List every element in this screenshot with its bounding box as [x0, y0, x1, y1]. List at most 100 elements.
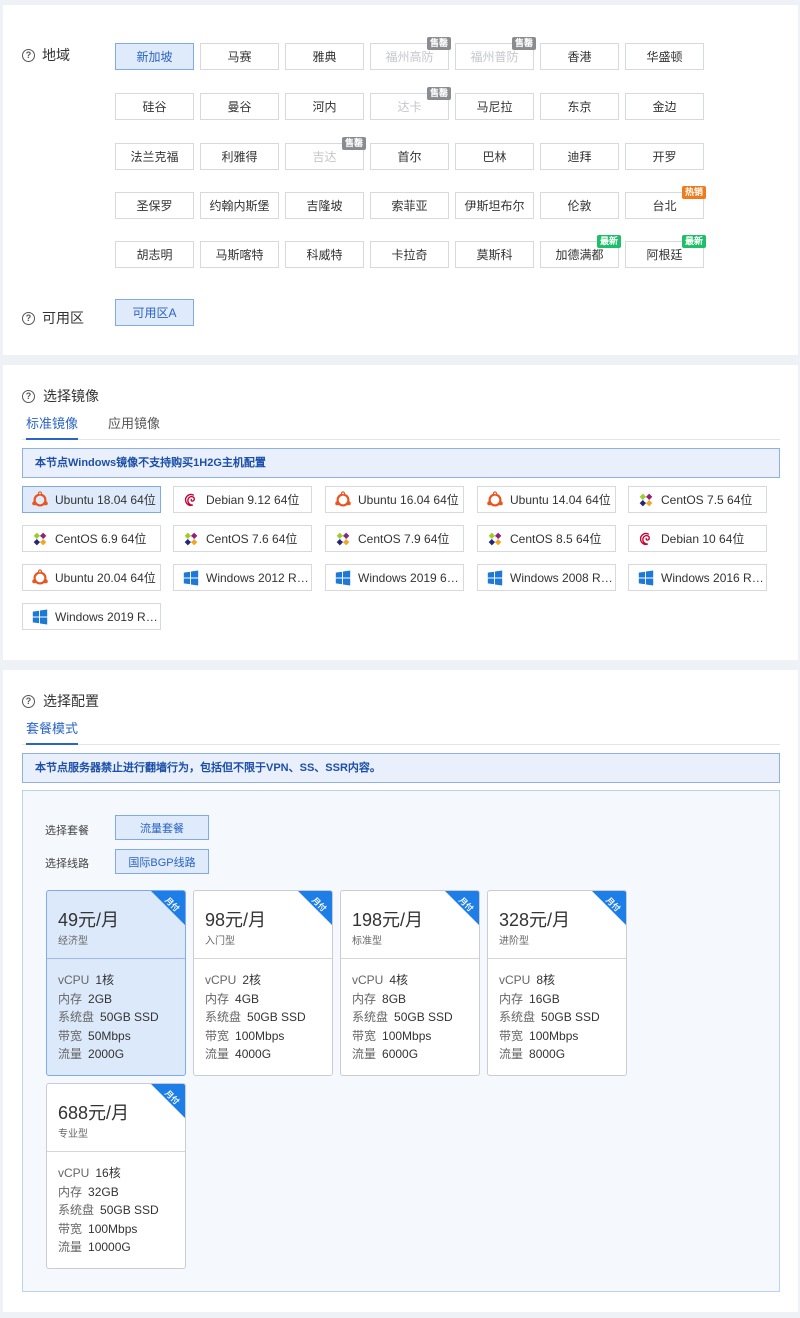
image-option[interactable]: Windows 2019 64位: [325, 564, 464, 591]
plan-card[interactable]: 月付 98元/月 入门型 vCPU 2核 内存 4GB 系统盘 50GB SSD 带宽 100Mbp…: [193, 890, 333, 1076]
line-bgp-button[interactable]: 国际BGP线路: [115, 849, 209, 874]
windows-icon: [637, 569, 655, 587]
centos-icon: [182, 530, 200, 548]
region-option[interactable]: 马赛: [200, 43, 279, 70]
plan-card[interactable]: 月付 198元/月 标准型 vCPU 4核 内存 8GB 系统盘 50GB SSD 带宽 100Mb…: [340, 890, 480, 1076]
region-option[interactable]: 香港: [540, 43, 619, 70]
spec-row-vcpu: vCPU 8核: [499, 971, 600, 990]
spec-row-traffic: 流量 4000G: [205, 1045, 306, 1064]
region-option[interactable]: 雅典: [285, 43, 364, 70]
region-option[interactable]: 圣保罗: [115, 192, 194, 219]
region-option[interactable]: 福州普防 售罄: [455, 37, 536, 70]
help-icon[interactable]: ?: [22, 694, 35, 708]
region-option[interactable]: 东京: [540, 93, 619, 120]
region-option[interactable]: 河内: [285, 93, 364, 120]
config-box: 选择套餐 流量套餐 选择线路 国际BGP线路 月付 49元/月 经济型 vCPU 1核内…: [22, 790, 780, 1292]
region-option[interactable]: 约翰内斯堡: [200, 192, 279, 219]
region-tag-badge: 售罄: [426, 87, 451, 100]
region-option[interactable]: 胡志明: [115, 241, 194, 268]
spec-value: 4核: [389, 973, 409, 987]
region-option[interactable]: 新加坡: [115, 43, 194, 70]
region-option[interactable]: 加德满都 最新: [540, 235, 621, 268]
config-panel: ? 选择配置 套餐模式 本节点服务器禁止进行翻墙行为，包括但不限于VPN、SS、…: [3, 670, 798, 1312]
plan-price: 198元/月: [352, 910, 424, 930]
spec-row-bw: 带宽 100Mbps: [499, 1027, 600, 1046]
region-tag-badge: 最新: [596, 235, 621, 248]
image-option[interactable]: CentOS 8.5 64位: [477, 525, 616, 552]
region-option[interactable]: 伦敦: [540, 192, 619, 219]
image-option[interactable]: CentOS 6.9 64位: [22, 525, 161, 552]
help-icon[interactable]: ?: [22, 311, 35, 325]
region-option[interactable]: 科威特: [285, 241, 364, 268]
region-option[interactable]: 迪拜: [540, 143, 619, 170]
image-option[interactable]: Ubuntu 16.04 64位: [325, 486, 464, 513]
region-option[interactable]: 马尼拉: [455, 93, 534, 120]
plan-card[interactable]: 月付 49元/月 经济型 vCPU 1核 内存 2GB 系统盘 50GB SSD 带宽 50Mbps…: [46, 890, 186, 1076]
region-option[interactable]: 莫斯科: [455, 241, 534, 268]
spec-value: 32GB: [88, 1184, 119, 1199]
region-option[interactable]: 索菲亚: [370, 192, 449, 219]
debian-icon: [637, 530, 655, 548]
tab-standard-image[interactable]: 标准镜像: [26, 414, 79, 440]
spec-row-traffic: 流量 2000G: [58, 1045, 159, 1064]
region-option[interactable]: 硅谷: [115, 93, 194, 120]
region-option[interactable]: 马斯喀特: [200, 241, 279, 268]
image-option[interactable]: Debian 9.12 64位: [173, 486, 312, 513]
image-option[interactable]: CentOS 7.5 64位: [628, 486, 767, 513]
help-icon[interactable]: ?: [22, 389, 35, 403]
plan-card[interactable]: 月付 328元/月 进阶型 vCPU 8核 内存 16GB 系统盘 50GB SSD 带宽 100M…: [487, 890, 627, 1076]
spec-row-traffic: 流量 10000G: [58, 1238, 159, 1257]
spec-row-mem: 内存 4GB: [205, 990, 306, 1009]
image-option[interactable]: Windows 2012 R2 64位: [173, 564, 312, 591]
region-option[interactable]: 开罗: [625, 143, 704, 170]
image-option-label: CentOS 7.9 64位: [358, 532, 450, 546]
spec-key: 带宽: [58, 1028, 83, 1043]
region-option-label: 马尼拉: [476, 100, 513, 114]
region-option-label: 伦敦: [567, 199, 592, 213]
zone-option-a[interactable]: 可用区A: [115, 299, 194, 326]
region-option[interactable]: 达卡 售罄: [370, 87, 451, 120]
region-option[interactable]: 巴林: [455, 143, 534, 170]
region-option[interactable]: 伊斯坦布尔: [455, 192, 534, 219]
image-option[interactable]: Windows 2008 R2 64位: [477, 564, 616, 591]
region-option[interactable]: 吉隆坡: [285, 192, 364, 219]
region-option[interactable]: 利雅得: [200, 143, 279, 170]
region-option-label: 曼谷: [227, 100, 252, 114]
plan-card[interactable]: 月付 688元/月 专业型 vCPU 16核 内存 32GB 系统盘 50GB SSD 带宽 100…: [46, 1083, 186, 1269]
region-option[interactable]: 华盛顿: [625, 43, 704, 70]
image-option-label: CentOS 8.5 64位: [510, 532, 602, 546]
spec-row-bw: 带宽 50Mbps: [58, 1027, 159, 1046]
tab-package-mode[interactable]: 套餐模式: [26, 719, 79, 745]
image-option[interactable]: Ubuntu 14.04 64位: [477, 486, 616, 513]
region-panel: ? 地域 新加坡 马赛 雅典 福州高防 售罄 福州普防 售罄 香港 华盛顿 硅谷 曼谷 河内 达卡 售罄马…: [3, 5, 798, 355]
region-option[interactable]: 首尔: [370, 143, 449, 170]
image-option[interactable]: Windows 2019 R2 64位: [22, 603, 161, 630]
help-icon[interactable]: ?: [22, 48, 35, 62]
image-option[interactable]: Debian 10 64位: [628, 525, 767, 552]
region-option-label: 马赛: [227, 50, 252, 64]
image-option-label: Debian 9.12 64位: [206, 493, 300, 507]
region-option[interactable]: 金边: [625, 93, 704, 120]
region-option[interactable]: 阿根廷 最新: [625, 235, 706, 268]
region-option[interactable]: 曼谷: [200, 93, 279, 120]
plan-price: 49元/月: [58, 910, 120, 930]
spec-value: 50GB SSD: [100, 1010, 159, 1025]
image-option[interactable]: Ubuntu 20.04 64位: [22, 564, 161, 591]
image-option-label: CentOS 7.6 64位: [206, 532, 298, 546]
region-option-label: 开罗: [652, 150, 677, 164]
region-option[interactable]: 福州高防 售罄: [370, 37, 451, 70]
region-option-label: 阿根廷: [646, 248, 683, 262]
tab-app-image[interactable]: 应用镜像: [108, 414, 160, 440]
image-option-label: Windows 2019 R2 64位: [55, 610, 160, 624]
image-option[interactable]: Windows 2016 R2 64位: [628, 564, 767, 591]
package-traffic-button[interactable]: 流量套餐: [115, 815, 209, 840]
region-option[interactable]: 台北 热销: [625, 186, 706, 219]
image-option[interactable]: CentOS 7.6 64位: [173, 525, 312, 552]
region-option[interactable]: 卡拉奇: [370, 241, 449, 268]
spec-key: vCPU: [352, 973, 384, 987]
region-option[interactable]: 吉达 售罄: [285, 137, 366, 170]
image-option[interactable]: Ubuntu 18.04 64位: [22, 486, 161, 513]
region-option[interactable]: 法兰克福: [115, 143, 194, 170]
region-option-label: 雅典: [312, 50, 337, 64]
image-option[interactable]: CentOS 7.9 64位: [325, 525, 464, 552]
